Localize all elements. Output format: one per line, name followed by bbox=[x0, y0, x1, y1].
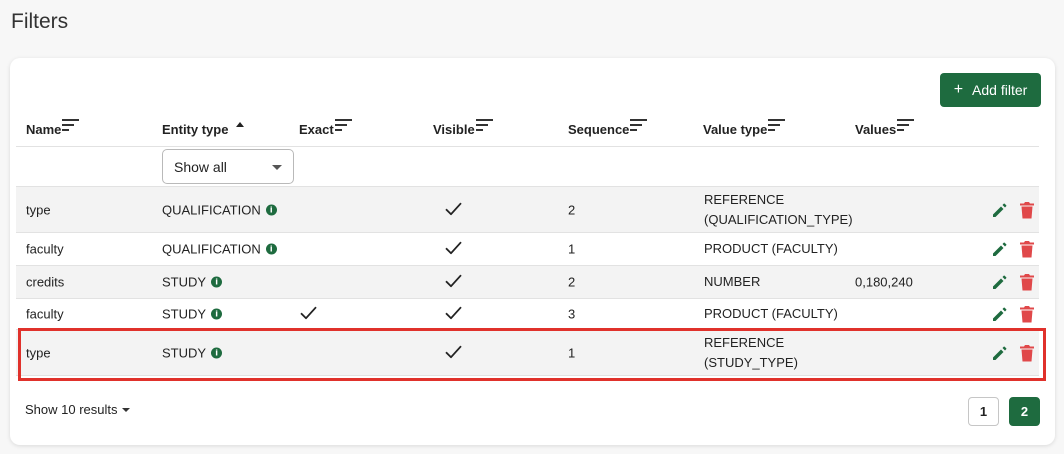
cell-value-type: REFERENCE (QUALIFICATION_TYPE) bbox=[704, 191, 853, 227]
visible-check-icon bbox=[445, 306, 462, 320]
info-icon[interactable]: i bbox=[265, 243, 277, 255]
visible-check-icon bbox=[445, 241, 462, 255]
cell-name: faculty bbox=[26, 241, 64, 257]
sort-icon bbox=[768, 119, 786, 131]
pagination-page-1[interactable]: 1 bbox=[968, 397, 999, 426]
column-header-name[interactable]: Name bbox=[26, 119, 80, 144]
edit-icon[interactable] bbox=[991, 305, 1009, 323]
cell-value-type: NUMBER bbox=[704, 274, 761, 289]
entity-type-filter-value: Show all bbox=[174, 158, 227, 175]
add-filter-button[interactable]: + Add filter bbox=[940, 73, 1041, 107]
delete-icon[interactable] bbox=[1019, 240, 1035, 258]
cell-entity-type: STUDY i bbox=[162, 275, 223, 290]
page-title: Filters bbox=[11, 10, 69, 33]
cell-name: type bbox=[26, 202, 51, 217]
cell-sequence: 1 bbox=[568, 345, 576, 360]
table-row: type QUALIFICATION i 2 REFERENCE (QUALIFI… bbox=[16, 187, 1039, 233]
cell-value-type: PRODUCT (FACULTY) bbox=[704, 306, 838, 321]
column-header-sequence[interactable]: Sequence bbox=[568, 119, 648, 144]
caret-down-icon bbox=[121, 408, 130, 412]
cell-entity-type: STUDY i bbox=[162, 345, 223, 360]
sort-icon bbox=[630, 119, 648, 131]
cell-name: faculty bbox=[26, 306, 64, 322]
visible-check-icon bbox=[445, 202, 462, 215]
delete-icon[interactable] bbox=[1019, 305, 1035, 323]
show-results-label: Show 10 results bbox=[25, 402, 118, 417]
cell-entity-type: STUDY i bbox=[162, 307, 223, 322]
cell-values: 0,180,240 bbox=[855, 274, 913, 290]
cell-name: credits bbox=[26, 274, 65, 290]
info-icon[interactable]: i bbox=[211, 308, 223, 320]
add-filter-label: Add filter bbox=[972, 82, 1028, 98]
plus-icon: + bbox=[953, 81, 964, 98]
column-header-values[interactable]: Values bbox=[855, 119, 915, 144]
edit-icon[interactable] bbox=[991, 240, 1009, 258]
entity-type-filter-select[interactable]: Show all bbox=[162, 149, 294, 184]
cell-sequence: 2 bbox=[568, 274, 576, 290]
edit-icon[interactable] bbox=[991, 201, 1009, 219]
delete-icon[interactable] bbox=[1019, 344, 1035, 362]
exact-check-icon bbox=[300, 306, 317, 320]
cell-entity-type: QUALIFICATION i bbox=[162, 242, 277, 257]
chevron-down-icon bbox=[272, 165, 282, 170]
sort-icon bbox=[62, 119, 80, 131]
table-row: type STUDY i 1 REFERENCE (STUDY_TYPE) bbox=[16, 330, 1039, 376]
info-icon[interactable]: i bbox=[265, 204, 277, 215]
cell-sequence: 3 bbox=[568, 306, 576, 322]
cell-sequence: 2 bbox=[568, 202, 576, 217]
edit-icon[interactable] bbox=[991, 273, 1009, 291]
delete-icon[interactable] bbox=[1019, 201, 1035, 219]
delete-icon[interactable] bbox=[1019, 273, 1035, 291]
column-header-exact[interactable]: Exact bbox=[299, 119, 353, 144]
pagination-page-2[interactable]: 2 bbox=[1009, 397, 1040, 426]
show-results-dropdown[interactable]: Show 10 results bbox=[25, 402, 130, 417]
info-icon[interactable]: i bbox=[211, 347, 223, 358]
cell-entity-type: QUALIFICATION i bbox=[162, 202, 277, 217]
filters-card: + Add filter Name Entity type Exact Visi… bbox=[10, 58, 1055, 445]
table-row: credits STUDY i 2 NUMBER 0,180,240 bbox=[16, 266, 1039, 299]
cell-value-type: REFERENCE (STUDY_TYPE) bbox=[704, 334, 798, 370]
sort-icon bbox=[475, 119, 493, 131]
visible-check-icon bbox=[445, 345, 462, 358]
header-divider bbox=[16, 146, 1039, 147]
sort-ascending-icon bbox=[236, 122, 245, 127]
visible-check-icon bbox=[445, 274, 462, 288]
column-header-entity-type[interactable]: Entity type bbox=[162, 122, 245, 144]
table-row: faculty QUALIFICATION i 1 PRODUCT (FACULT… bbox=[16, 233, 1039, 266]
column-header-value-type[interactable]: Value type bbox=[703, 119, 786, 144]
sort-icon bbox=[897, 119, 915, 131]
sort-icon bbox=[334, 119, 352, 131]
info-icon[interactable]: i bbox=[211, 276, 223, 288]
edit-icon[interactable] bbox=[991, 344, 1009, 362]
cell-sequence: 1 bbox=[568, 241, 576, 257]
table-row: faculty STUDY i 3 PRODUCT (FACULTY) bbox=[16, 299, 1039, 330]
cell-value-type: PRODUCT (FACULTY) bbox=[704, 241, 838, 256]
cell-name: type bbox=[26, 345, 51, 360]
column-header-visible[interactable]: Visible bbox=[433, 119, 494, 144]
